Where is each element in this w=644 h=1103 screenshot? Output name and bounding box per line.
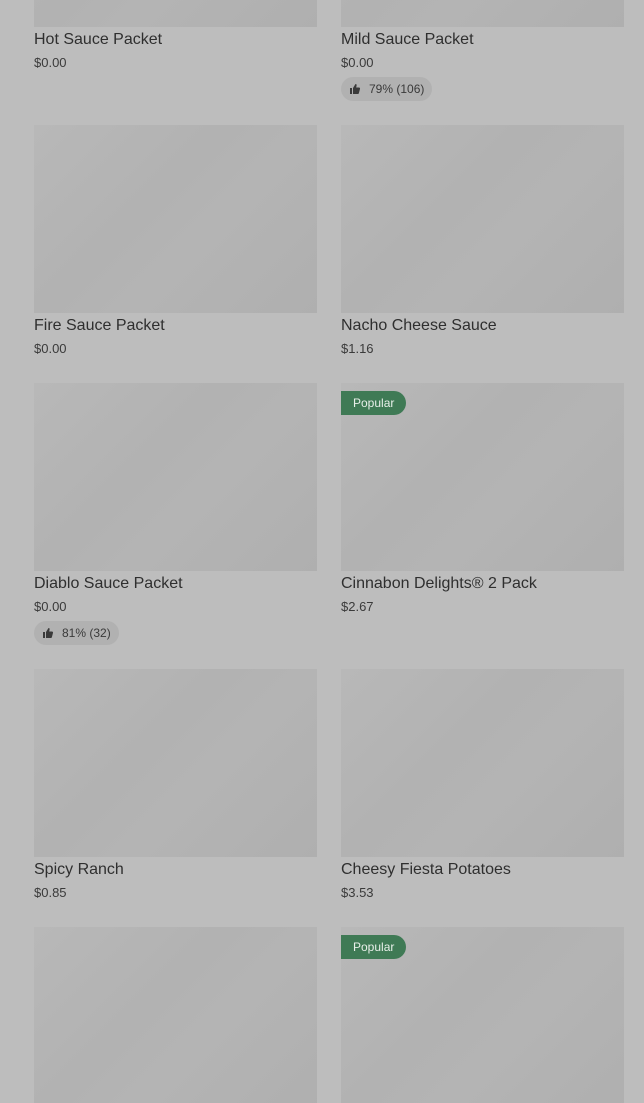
menu-item-card[interactable]: Popular Cinnabon Delights® 2 Pack $2.67: [341, 383, 624, 653]
menu-item-card[interactable]: Fire Sauce Packet $0.00: [34, 125, 317, 365]
item-price: $2.67: [341, 599, 374, 614]
menu-item-card[interactable]: Nacho Cheese Sauce $1.16: [341, 125, 624, 365]
item-price: $1.16: [341, 341, 374, 356]
item-image-placeholder[interactable]: [34, 125, 317, 313]
thumbs-up-icon: [350, 84, 361, 94]
item-image-placeholder[interactable]: [341, 0, 624, 27]
item-name[interactable]: Hot Sauce Packet: [34, 30, 162, 50]
item-price: $0.85: [34, 885, 67, 900]
menu-item-card[interactable]: Spicy Ranch $0.85: [34, 669, 317, 909]
thumbs-up-icon: [43, 628, 54, 638]
item-name[interactable]: Cheesy Fiesta Potatoes: [341, 860, 511, 880]
menu-item-grid: Hot Sauce Packet $0.00 Mild Sauce Packet…: [0, 0, 644, 1103]
item-image-placeholder[interactable]: [341, 669, 624, 857]
menu-item-card[interactable]: Hot Sauce Packet $0.00: [34, 0, 317, 100]
menu-item-card[interactable]: [34, 927, 317, 1103]
item-name[interactable]: Cinnabon Delights® 2 Pack: [341, 574, 537, 594]
item-image-placeholder[interactable]: [341, 125, 624, 313]
item-price: $0.00: [34, 599, 67, 614]
rating-text: 79% (106): [369, 82, 425, 96]
menu-item-card[interactable]: Cheesy Fiesta Potatoes $3.53: [341, 669, 624, 909]
popular-badge: Popular: [341, 391, 407, 415]
rating-pill: 79% (106): [341, 77, 433, 101]
menu-item-card[interactable]: Mild Sauce Packet $0.00 79% (106): [341, 0, 624, 101]
item-price: $0.00: [34, 55, 67, 70]
item-name[interactable]: Fire Sauce Packet: [34, 316, 165, 336]
item-name[interactable]: Diablo Sauce Packet: [34, 574, 183, 594]
item-price: $0.00: [341, 55, 374, 70]
item-image-placeholder[interactable]: [34, 383, 317, 571]
item-image-placeholder[interactable]: [34, 0, 317, 27]
item-price: $0.00: [34, 341, 67, 356]
rating-text: 81% (32): [62, 626, 111, 640]
rating-pill: 81% (32): [34, 621, 119, 645]
item-image-placeholder[interactable]: [34, 669, 317, 857]
item-name[interactable]: Mild Sauce Packet: [341, 30, 474, 50]
item-name[interactable]: Spicy Ranch: [34, 860, 124, 880]
item-name[interactable]: Nacho Cheese Sauce: [341, 316, 497, 336]
menu-item-card[interactable]: Popular: [341, 927, 624, 1103]
item-price: $3.53: [341, 885, 374, 900]
item-image-placeholder[interactable]: [34, 927, 317, 1103]
popular-badge: Popular: [341, 935, 407, 959]
menu-item-card[interactable]: Diablo Sauce Packet $0.00 81% (32): [34, 383, 317, 653]
